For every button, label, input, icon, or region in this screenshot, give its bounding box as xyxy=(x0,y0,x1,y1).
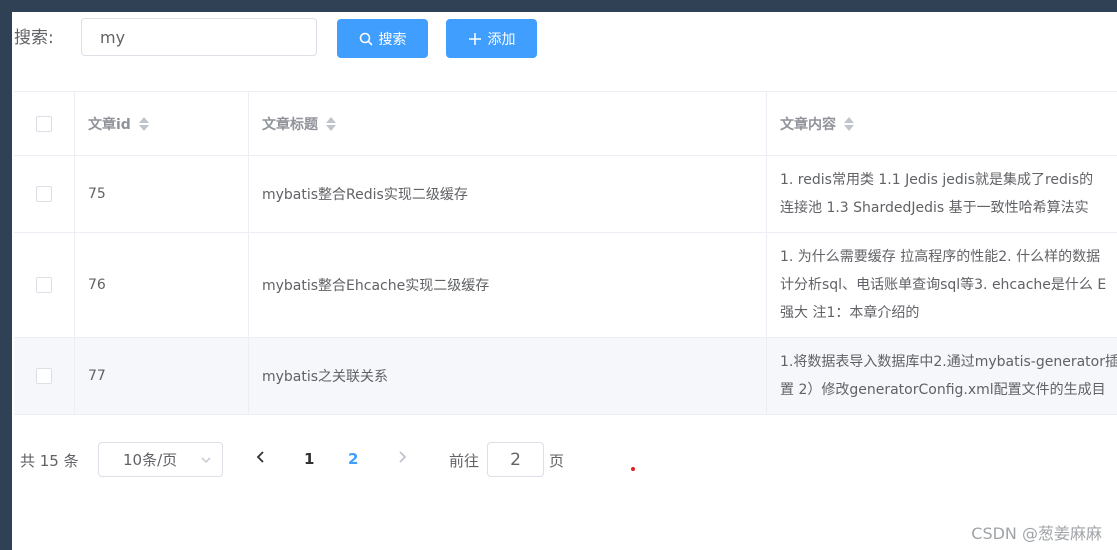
next-page-button[interactable] xyxy=(396,449,408,468)
cell-content: 1.将数据表导入数据库中2.通过mybatis-generator插 置 2）修… xyxy=(767,338,1117,414)
content-line: 1. 为什么需要缓存 拉高程序的性能2. 什么样的数据 xyxy=(780,249,1101,265)
goto-suffix: 页 xyxy=(549,452,565,470)
cell-title: mybatis整合Ehcache实现二级缓存 xyxy=(249,233,767,337)
cell-title: mybatis之关联关系 xyxy=(249,338,767,414)
row-checkbox[interactable] xyxy=(36,277,52,293)
page-size-value: 10条/页 xyxy=(123,451,178,469)
page-size-select[interactable]: 10条/页 xyxy=(98,442,223,477)
cell-content: 1. redis常用类 1.1 Jedis jedis就是集成了redis的 连… xyxy=(767,156,1117,232)
search-label: 搜索: xyxy=(14,28,54,48)
cell-id: 75 xyxy=(75,156,249,232)
column-header-content[interactable]: 文章内容 xyxy=(767,92,1117,155)
goto-label: 前往 xyxy=(449,452,480,470)
row-checkbox[interactable] xyxy=(36,186,52,202)
header-select-cell xyxy=(14,92,75,155)
column-header-title-label: 文章标题 xyxy=(262,116,318,133)
goto-page-input[interactable] xyxy=(487,442,544,477)
column-header-id[interactable]: 文章id xyxy=(75,92,249,155)
chevron-down-icon xyxy=(201,457,211,463)
articles-table: 文章id 文章标题 文章内容 75 mybatis整合Redis实现二级缓存 1… xyxy=(14,91,1117,415)
watermark: CSDN @葱姜麻麻 xyxy=(971,524,1102,543)
row-checkbox[interactable] xyxy=(36,368,52,384)
cursor-dot xyxy=(631,467,635,471)
add-button-label: 添加 xyxy=(487,31,516,48)
search-button[interactable]: 搜索 xyxy=(337,19,428,58)
table-row[interactable]: 76 mybatis整合Ehcache实现二级缓存 1. 为什么需要缓存 拉高程… xyxy=(14,233,1117,338)
main-content: 搜索: 搜索 添加 文章id 文章标题 xyxy=(12,12,1117,550)
plus-icon xyxy=(468,32,481,45)
table-row[interactable]: 77 mybatis之关联关系 1.将数据表导入数据库中2.通过mybatis-… xyxy=(14,338,1117,415)
content-line: 置 2）修改generatorConfig.xml配置文件的生成目 xyxy=(780,382,1106,398)
sidebar-edge xyxy=(0,0,12,550)
search-input[interactable] xyxy=(81,18,317,56)
table-header: 文章id 文章标题 文章内容 xyxy=(14,92,1117,156)
sort-icon[interactable] xyxy=(844,116,854,131)
cell-id: 77 xyxy=(75,338,249,414)
content-line: 连接池 1.3 ShardedJedis 基于一致性哈希算法实 xyxy=(780,200,1089,216)
sort-icon[interactable] xyxy=(138,116,149,131)
content-line: 1.将数据表导入数据库中2.通过mybatis-generator插 xyxy=(780,354,1117,370)
cell-title: mybatis整合Redis实现二级缓存 xyxy=(249,156,767,232)
row-select-cell xyxy=(14,338,75,414)
row-select-cell xyxy=(14,233,75,337)
page-1[interactable]: 1 xyxy=(304,450,314,468)
top-nav-bar xyxy=(0,0,1117,12)
add-button[interactable]: 添加 xyxy=(446,19,537,58)
prev-page-button[interactable] xyxy=(255,449,267,468)
total-count: 共 15 条 xyxy=(20,452,79,470)
search-button-label: 搜索 xyxy=(378,31,407,48)
page-2-active[interactable]: 2 xyxy=(348,450,358,468)
content-line: 计分析sql、电话账单查询sql等3. ehcache是什么 E xyxy=(780,277,1107,293)
chevron-left-icon xyxy=(256,451,264,463)
column-header-id-label: 文章id xyxy=(88,116,131,133)
row-select-cell xyxy=(14,156,75,232)
column-header-content-label: 文章内容 xyxy=(780,116,836,133)
content-line: 强大 注1：本章介绍的 xyxy=(780,305,920,321)
select-all-checkbox[interactable] xyxy=(36,115,52,132)
search-icon xyxy=(359,32,372,45)
content-line: 1. redis常用类 1.1 Jedis jedis就是集成了redis的 xyxy=(780,172,1094,188)
table-row[interactable]: 75 mybatis整合Redis实现二级缓存 1. redis常用类 1.1 … xyxy=(14,156,1117,233)
column-header-title[interactable]: 文章标题 xyxy=(249,92,767,155)
pagination: 共 15 条 10条/页 1 2 前往 页 xyxy=(12,442,712,478)
sort-icon[interactable] xyxy=(326,116,336,131)
cell-id: 76 xyxy=(75,233,249,337)
chevron-right-icon xyxy=(399,451,407,463)
cell-content: 1. 为什么需要缓存 拉高程序的性能2. 什么样的数据 计分析sql、电话账单查… xyxy=(767,233,1117,337)
